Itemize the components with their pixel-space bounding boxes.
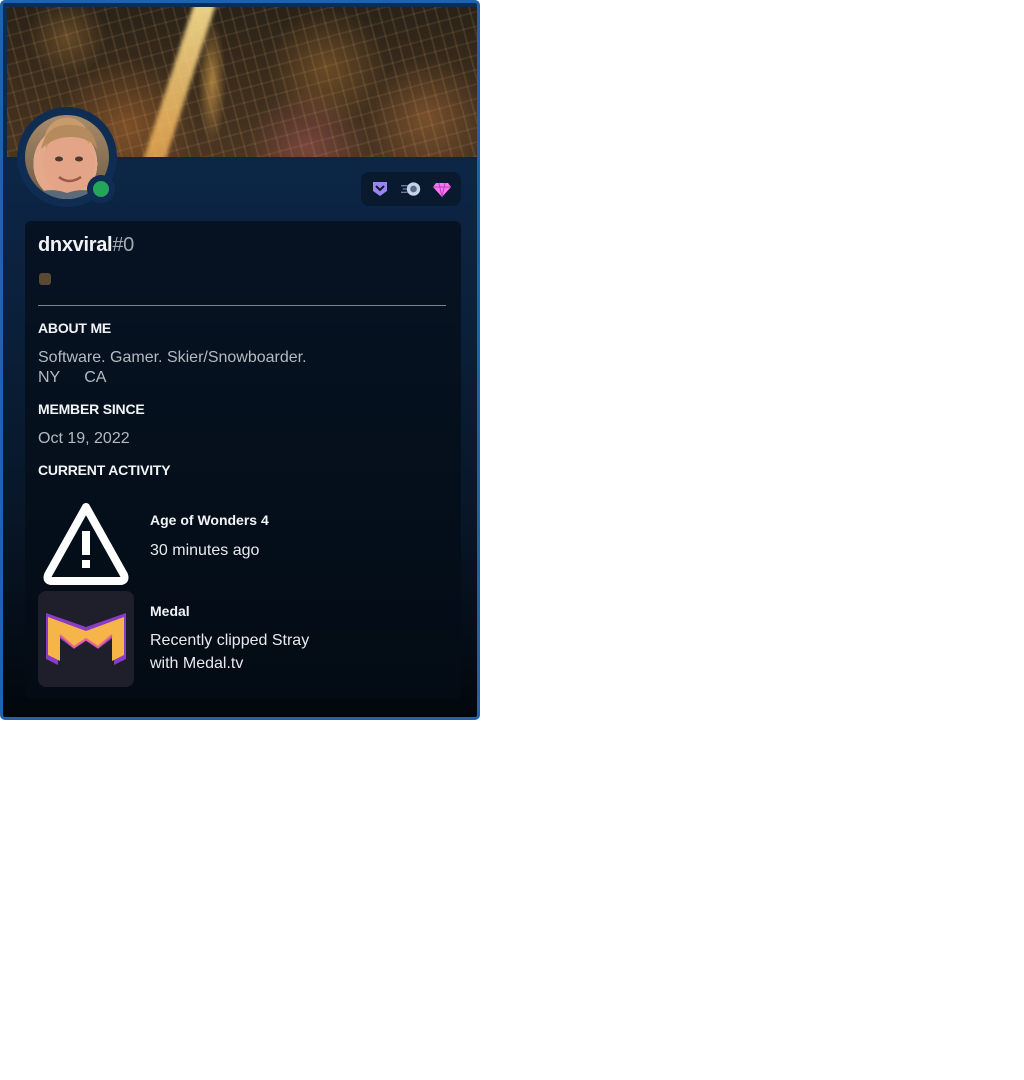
location-ca: CA — [84, 369, 107, 386]
badge-list — [361, 172, 461, 206]
custom-status-emoji-icon — [39, 273, 51, 285]
activity-detail: 30 minutes ago — [150, 542, 260, 559]
warning-icon — [38, 497, 134, 593]
activity-name[interactable]: Medal — [150, 603, 190, 619]
username[interactable]: dnxviral#0 — [38, 234, 134, 257]
location-ny: NY — [38, 369, 61, 386]
activity-detail-line: with Medal.tv — [150, 655, 244, 672]
member-since-date: Oct 19, 2022 — [38, 430, 130, 447]
discriminator: #0 — [112, 234, 134, 256]
activity-detail-line: Recently clipped Stray — [150, 632, 310, 649]
about-me-heading: ABOUT ME — [38, 320, 112, 336]
hypesquad-badge-icon[interactable] — [370, 179, 390, 199]
about-me-locations: NY CA — [38, 368, 307, 388]
about-me-text: Software. Gamer. Skier/Snowboarder. NY CA — [38, 348, 307, 388]
status-dot — [93, 181, 109, 197]
member-since-heading: MEMBER SINCE — [38, 401, 145, 417]
activity-detail: Recently clipped Stray with Medal.tv — [150, 629, 350, 675]
medal-app-icon — [38, 591, 134, 687]
current-activity-heading: CURRENT ACTIVITY — [38, 462, 171, 478]
activity-name[interactable]: Age of Wonders 4 — [150, 512, 269, 528]
user-profile-popout: dnxviral#0 ABOUT ME Software. Gamer. Ski… — [0, 0, 480, 720]
about-me-line: Software. Gamer. Skier/Snowboarder. — [38, 349, 307, 366]
profile-body: dnxviral#0 ABOUT ME Software. Gamer. Ski… — [25, 221, 461, 699]
gem-badge-icon[interactable] — [432, 179, 452, 199]
nitro-boost-badge-icon[interactable] — [400, 179, 421, 199]
divider — [38, 305, 446, 306]
username-text: dnxviral — [38, 234, 113, 256]
online-status-indicator — [87, 175, 115, 203]
